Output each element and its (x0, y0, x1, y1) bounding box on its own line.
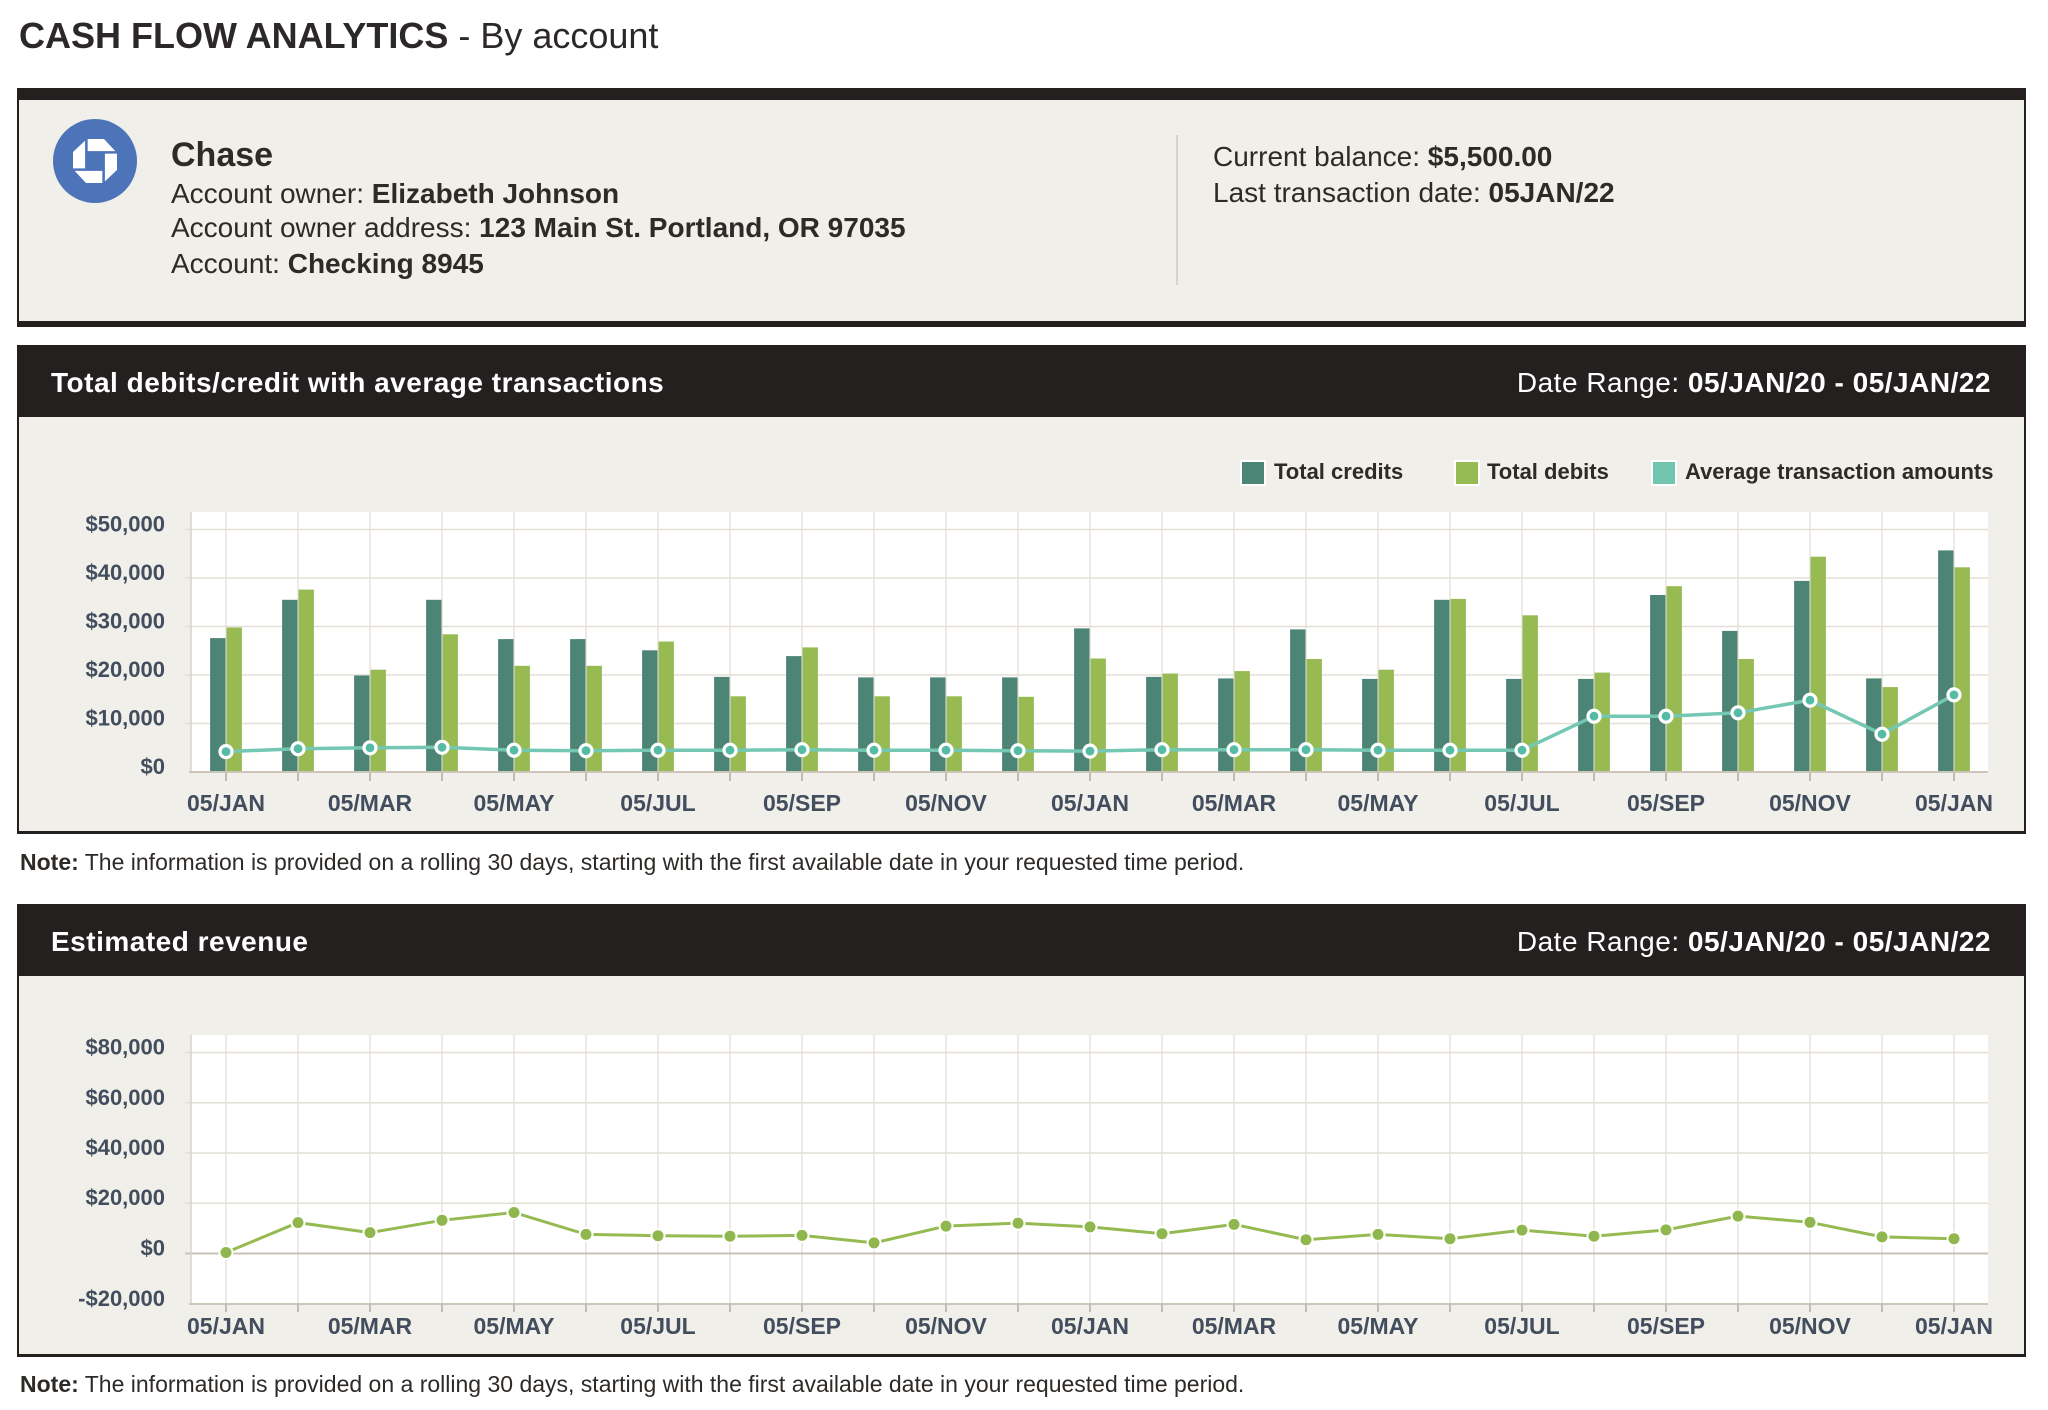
svg-text:$60,000: $60,000 (85, 1085, 165, 1110)
svg-text:05/NOV: 05/NOV (1769, 1313, 1851, 1339)
svg-text:05/JAN: 05/JAN (1051, 1313, 1129, 1339)
svg-text:05/JUL: 05/JUL (620, 1313, 695, 1339)
svg-text:05/MAY: 05/MAY (474, 1313, 555, 1339)
svg-text:-$20,000: -$20,000 (78, 1286, 165, 1311)
svg-text:05/SEP: 05/SEP (763, 1313, 841, 1339)
svg-text:$40,000: $40,000 (85, 1135, 165, 1160)
svg-text:05/JAN: 05/JAN (1915, 1313, 1993, 1339)
svg-text:05/MAR: 05/MAR (1192, 1313, 1277, 1339)
svg-text:$0: $0 (141, 1236, 165, 1261)
svg-text:$80,000: $80,000 (85, 1035, 165, 1060)
svg-text:05/SEP: 05/SEP (1627, 1313, 1705, 1339)
svg-text:05/NOV: 05/NOV (905, 1313, 987, 1339)
svg-text:05/MAR: 05/MAR (328, 1313, 413, 1339)
svg-text:05/JAN: 05/JAN (187, 1313, 265, 1339)
svg-text:05/JUL: 05/JUL (1484, 1313, 1559, 1339)
svg-text:05/MAY: 05/MAY (1338, 1313, 1419, 1339)
svg-text:$20,000: $20,000 (85, 1185, 165, 1210)
